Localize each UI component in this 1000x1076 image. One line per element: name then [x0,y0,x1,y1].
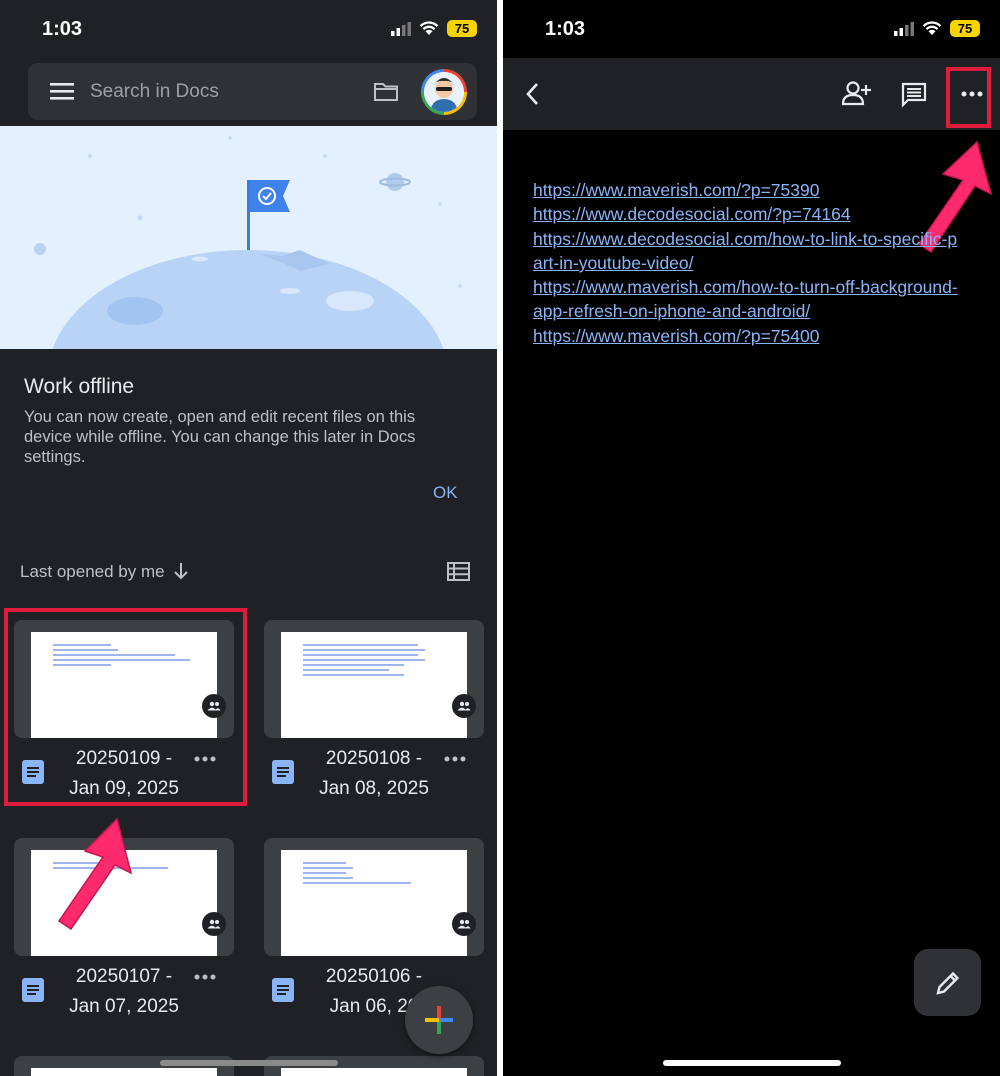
edit-button[interactable] [914,949,981,1016]
offline-title: Work offline [24,375,135,398]
doc-link-line[interactable]: app-refresh-on-iphone-and-android/ [533,299,983,323]
doc-card-partial[interactable] [264,1056,484,1076]
signal-icon [391,21,411,36]
wifi-icon [922,21,942,35]
home-indicator [160,1060,338,1066]
arrow-down-icon[interactable] [172,561,190,581]
shared-people-icon [452,912,476,936]
folder-icon[interactable] [373,82,399,102]
docs-file-icon [272,760,294,784]
docs-editor-screen: 1:03 75 https://www.maverish.com/?p=7539… [503,0,1000,1076]
doc-thumbnail[interactable] [264,620,484,738]
home-indicator [663,1060,841,1066]
battery-indicator: 75 [950,20,980,37]
doc-title: 20250107 - Jan 07, 2025 [69,966,179,1017]
plus-icon [425,1006,453,1034]
more-options-icon[interactable] [194,974,216,980]
docs-home-screen: 1:03 75 Search in Docs Work offline You … [0,0,497,1076]
wifi-icon [419,21,439,35]
sort-label[interactable]: Last opened by me [20,562,165,582]
battery-indicator: 75 [447,20,477,37]
doc-link-line[interactable]: https://www.maverish.com/how-to-turn-off… [533,275,983,299]
status-time: 1:03 [42,18,83,40]
create-new-button[interactable] [405,986,473,1054]
shared-people-icon [452,694,476,718]
highlight-box [946,67,991,128]
docs-file-icon [22,978,44,1002]
comment-icon[interactable] [901,82,927,108]
add-person-icon[interactable] [841,80,871,106]
search-input[interactable]: Search in Docs [90,81,219,103]
pointer-arrow-icon [57,817,133,931]
more-options-icon[interactable] [444,756,466,762]
avatar[interactable] [421,69,467,115]
doc-card-partial[interactable] [14,1056,234,1076]
search-bar[interactable]: Search in Docs [28,63,477,120]
doc-title: 20250108 - Jan 08, 2025 [319,748,429,799]
status-bar: 1:03 75 [0,0,497,60]
ok-button[interactable]: OK [433,483,458,503]
list-view-icon[interactable] [447,562,470,581]
signal-icon [894,21,914,36]
pencil-icon [935,971,959,995]
shared-people-icon [202,912,226,936]
back-icon[interactable] [525,82,539,106]
status-bar: 1:03 75 [503,0,1000,60]
hamburger-menu-icon[interactable] [50,81,74,101]
doc-link-line[interactable]: art-in-youtube-video/ [533,251,983,275]
editor-toolbar [503,58,1000,130]
document-body[interactable]: https://www.maverish.com/?p=75390 https:… [533,178,983,348]
doc-link-line[interactable]: https://www.decodesocial.com/how-to-link… [533,227,983,251]
docs-file-icon [272,978,294,1002]
doc-link-line[interactable]: https://www.decodesocial.com/?p=74164 [533,202,983,226]
doc-link-line[interactable]: https://www.maverish.com/?p=75400 [533,324,983,348]
doc-thumbnail[interactable] [264,838,484,956]
doc-link-line[interactable]: https://www.maverish.com/?p=75390 [533,178,983,202]
offline-description: You can now create, open and edit recent… [24,408,416,466]
offline-illustration [0,126,497,349]
highlight-box [4,608,247,806]
status-time: 1:03 [545,18,586,40]
